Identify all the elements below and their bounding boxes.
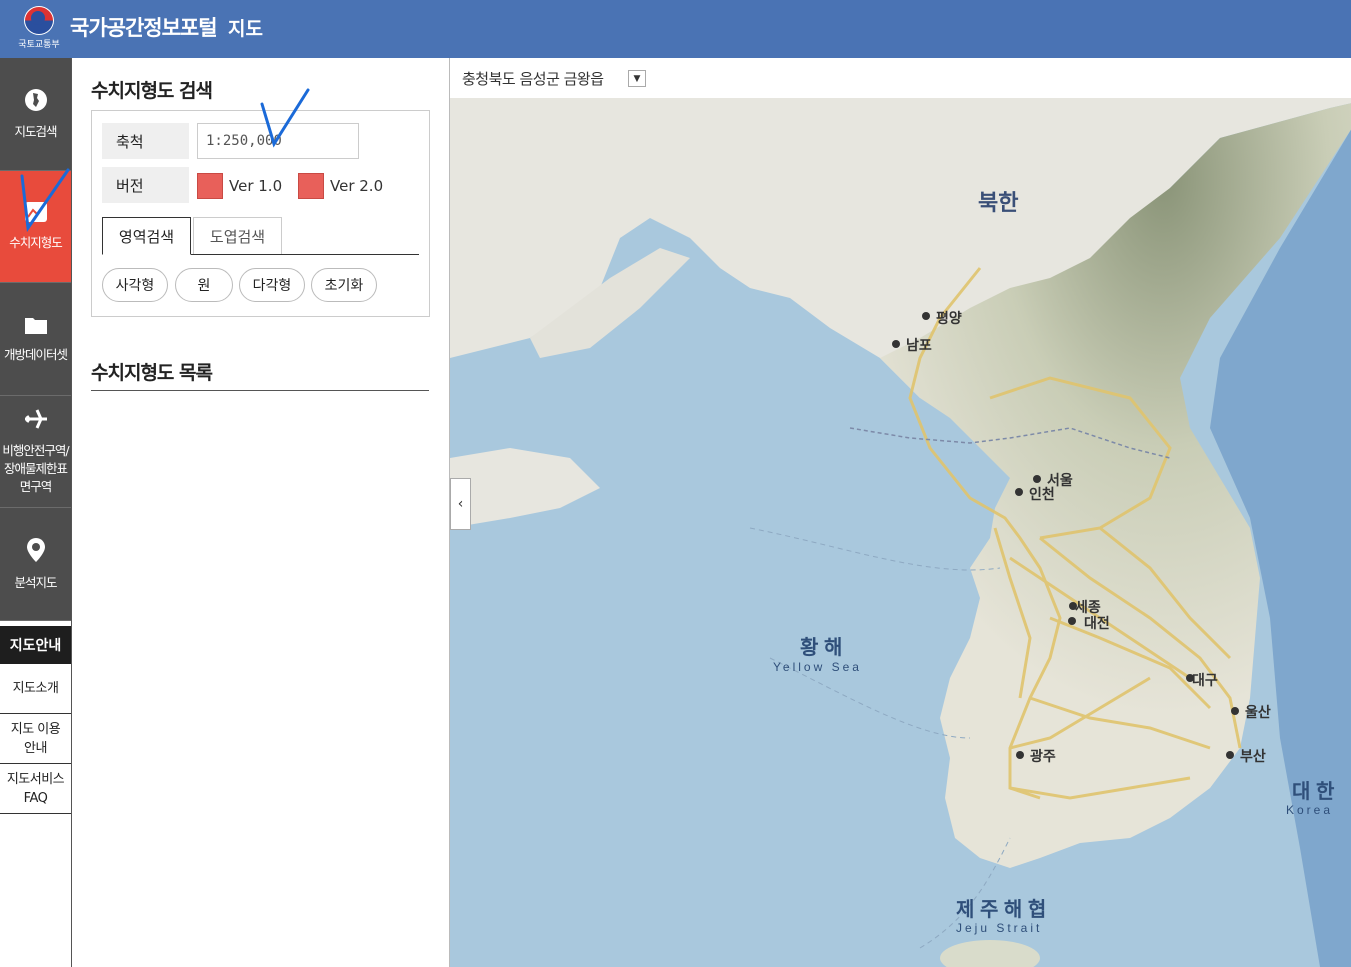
map-canvas[interactable]: 북한 평양 남포 서울 인천 세종 대전 대구 울산 광주 부산 황 해 Yel… bbox=[450, 98, 1351, 967]
reset-button[interactable]: 초기화 bbox=[311, 268, 377, 302]
label-north-korea: 북한 bbox=[978, 190, 1018, 215]
rectangle-button[interactable]: 사각형 bbox=[102, 268, 168, 302]
label-jeju-strait-en: Jeju Strait bbox=[956, 921, 1042, 935]
nav-map-service-faq[interactable]: 지도서비스 FAQ bbox=[0, 764, 71, 814]
top-header: 국토교통부 국가공간정보포털 지도 bbox=[0, 0, 1351, 58]
label-yellow-sea-en: Yellow Sea bbox=[773, 660, 862, 674]
search-panel: 수치지형도 검색 축척 버전 Ver 1.0 Ver 2.0 영역검색 도엽검색… bbox=[72, 58, 449, 967]
nav-label: 수치지형도 bbox=[9, 235, 63, 250]
list-divider bbox=[91, 390, 429, 391]
ver2-checkbox[interactable] bbox=[298, 173, 324, 199]
search-box: 축척 버전 Ver 1.0 Ver 2.0 영역검색 도엽검색 사각형 원 다각… bbox=[91, 110, 430, 317]
label-yellow-sea-ko: 황 해 bbox=[800, 636, 842, 659]
label-jeju-strait-ko: 제 주 해 협 bbox=[956, 898, 1046, 921]
map-graphic: 북한 평양 남포 서울 인천 세종 대전 대구 울산 광주 부산 황 해 Yel… bbox=[450, 98, 1351, 967]
map-guide-header: 지도안내 bbox=[0, 626, 71, 664]
nav-map-usage-guide[interactable]: 지도 이용안내 bbox=[0, 714, 71, 764]
nav-open-dataset[interactable]: 개방데이터셋 bbox=[0, 283, 71, 396]
location-pin-icon bbox=[26, 537, 46, 570]
panel-collapse-chevron-icon[interactable]: ‹ bbox=[450, 478, 471, 530]
left-navigation: 지도검색 수치지형도 개방데이터셋 비행안전구역/장애물제한표면구역 분석지도 … bbox=[0, 58, 72, 967]
site-title[interactable]: 국가공간정보포털 bbox=[70, 12, 218, 42]
label-sejong: 세종 bbox=[1075, 599, 1101, 615]
scale-input[interactable] bbox=[197, 123, 359, 159]
list-title: 수치지형도 목록 bbox=[91, 362, 213, 384]
current-location[interactable]: 충청북도 음성군 금왕읍 bbox=[462, 68, 604, 89]
map-area: 충청북도 음성군 금왕읍 ▼ 북한 평양 남포 서울 인천 세종 대전 대구 울… bbox=[449, 58, 1351, 967]
label-daejeon: 대전 bbox=[1084, 615, 1110, 631]
nav-map-search[interactable]: 지도검색 bbox=[0, 58, 71, 171]
search-title: 수치지형도 검색 bbox=[91, 80, 213, 102]
chart-icon bbox=[24, 201, 48, 230]
nav-label: 지도검색 bbox=[14, 123, 57, 139]
nav-label: 분석지도 bbox=[14, 574, 57, 590]
folder-icon bbox=[24, 315, 48, 342]
version-label: 버전 bbox=[102, 167, 189, 203]
label-east-sea-en: Korea bbox=[1286, 803, 1333, 817]
airplane-icon bbox=[23, 407, 49, 438]
circle-button[interactable]: 원 bbox=[175, 268, 233, 302]
ver1-checkbox[interactable] bbox=[197, 173, 223, 199]
ministry-logo[interactable]: 국토교통부 bbox=[18, 6, 60, 50]
ver1-label[interactable]: Ver 1.0 bbox=[229, 177, 282, 195]
taegeuk-icon bbox=[24, 6, 54, 35]
korea-map-icon bbox=[24, 88, 48, 119]
label-incheon: 인천 bbox=[1029, 486, 1055, 502]
site-subtitle: 지도 bbox=[228, 18, 263, 40]
tab-area-search[interactable]: 영역검색 bbox=[102, 217, 191, 255]
label-ulsan: 울산 bbox=[1245, 704, 1271, 720]
polygon-button[interactable]: 다각형 bbox=[239, 268, 305, 302]
nav-flight-safety[interactable]: 비행안전구역/장애물제한표면구역 bbox=[0, 396, 71, 508]
nav-label: 개방데이터셋 bbox=[3, 346, 68, 362]
tab-sheet-search[interactable]: 도엽검색 bbox=[193, 217, 282, 255]
nav-analysis-map[interactable]: 분석지도 bbox=[0, 508, 71, 621]
ver2-label[interactable]: Ver 2.0 bbox=[330, 177, 383, 195]
label-pyongyang: 평양 bbox=[936, 310, 962, 326]
scale-label: 축척 bbox=[102, 123, 189, 159]
logo-caption: 국토교통부 bbox=[18, 40, 60, 50]
label-nampo: 남포 bbox=[906, 337, 932, 353]
location-dropdown-icon[interactable]: ▼ bbox=[628, 70, 646, 87]
label-east-sea-ko: 대 한 bbox=[1292, 780, 1335, 803]
label-busan: 부산 bbox=[1240, 748, 1266, 764]
nav-label: 비행안전구역/장애물제한표면구역 bbox=[2, 443, 69, 494]
label-daegu: 대구 bbox=[1192, 672, 1218, 688]
nav-digital-topo-map[interactable]: 수치지형도 bbox=[0, 171, 71, 283]
label-gwangju: 광주 bbox=[1030, 748, 1056, 764]
location-bar: 충청북도 음성군 금왕읍 ▼ bbox=[450, 58, 1351, 98]
nav-map-intro[interactable]: 지도소개 bbox=[0, 664, 71, 714]
